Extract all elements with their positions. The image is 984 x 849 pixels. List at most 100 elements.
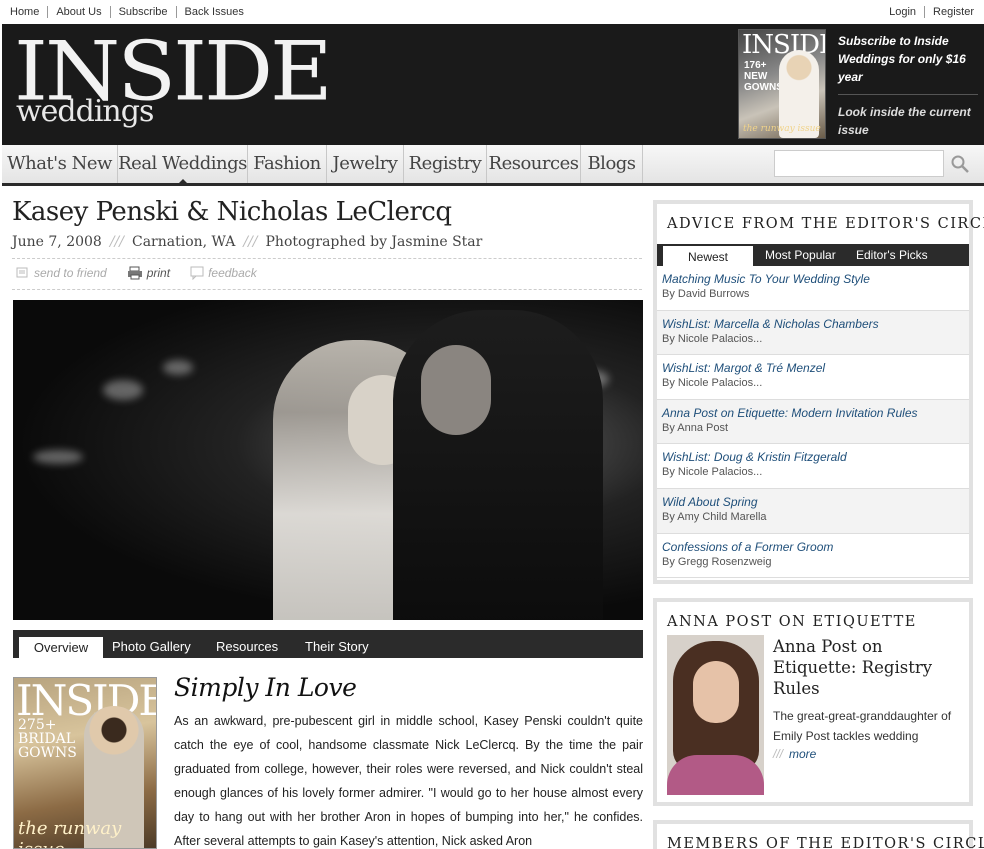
search-icon[interactable]	[950, 154, 970, 174]
advice-item-author: By Anna Post	[662, 421, 729, 434]
advice-item-title[interactable]: Confessions of a Former Groom	[662, 540, 969, 555]
bokeh-light	[163, 360, 193, 375]
nav-registry[interactable]: Registry	[404, 145, 487, 183]
site-header: INSIDE weddings INSIDE 176+ NEW GOWNS th…	[2, 24, 984, 145]
feedback-button[interactable]: feedback	[190, 266, 257, 280]
list-item[interactable]: Matching Music To Your Wedding Style By D…	[657, 266, 969, 311]
advice-item-author: By Amy Child Marella	[662, 510, 767, 523]
anna-post-description: The great-great-granddaughter of Emily P…	[773, 709, 952, 743]
send-to-friend-label: send to friend	[34, 266, 107, 280]
nav-real-weddings[interactable]: Real Weddings	[118, 145, 248, 186]
article-date: June 7, 2008	[12, 234, 102, 250]
feedback-label: feedback	[208, 266, 257, 280]
advice-tabs: Newest Most Popular Editor's Picks	[657, 244, 969, 266]
more-link[interactable]: more	[789, 747, 816, 761]
nav-blogs[interactable]: Blogs	[581, 145, 643, 183]
list-item[interactable]: Wild About Spring By Amy Child Marella	[657, 488, 969, 534]
home-link[interactable]: Home	[10, 6, 47, 18]
promo-divider	[838, 94, 978, 95]
story-body: As an awkward, pre-pubescent girl in mid…	[174, 714, 643, 848]
meta-separator: ///	[243, 234, 258, 250]
tab-photo-gallery[interactable]: Photo Gallery	[112, 638, 191, 658]
article-tools: send to friend print feedback	[16, 266, 277, 280]
cover-lines: 176+ NEW GOWNS	[744, 60, 783, 93]
issue-cover-lines: 275+ BRIDAL GOWNS	[18, 717, 77, 761]
article-photographer: Photographed by Jasmine Star	[265, 234, 483, 250]
logo-weddings-text: weddings	[16, 94, 154, 129]
tab-their-story[interactable]: Their Story	[305, 638, 369, 658]
divider	[12, 289, 642, 290]
site-logo[interactable]: INSIDE weddings	[14, 31, 333, 129]
advice-item-title[interactable]: Wild About Spring	[662, 495, 969, 510]
nav-resources[interactable]: Resources	[487, 145, 581, 183]
list-item[interactable]: Anna Post on Etiquette: Modern Invitatio…	[657, 399, 969, 445]
advice-heading: ADVICE FROM THE EDITOR'S CIRCLE	[667, 216, 984, 232]
divider	[12, 258, 642, 259]
back-issues-link[interactable]: Back Issues	[175, 6, 252, 18]
tab-overview[interactable]: Overview	[19, 637, 103, 658]
tab-newest[interactable]: Newest	[663, 246, 753, 266]
nav-jewelry[interactable]: Jewelry	[327, 145, 404, 183]
anna-post-article-title[interactable]: Anna Post on Etiquette: Registry Rules	[773, 636, 963, 699]
advice-item-title[interactable]: Matching Music To Your Wedding Style	[662, 272, 969, 287]
article-meta: June 7, 2008 /// Carnation, WA /// Photograp…	[12, 234, 482, 250]
issue-cover-tagline: the runway issue	[18, 818, 122, 848]
tab-resources[interactable]: Resources	[216, 638, 278, 658]
login-link[interactable]: Login	[889, 6, 924, 18]
anna-post-box: ANNA POST ON ETIQUETTE Anna Post on Etiq…	[653, 598, 973, 806]
list-item[interactable]: WishList: Doug & Kristin Fitzgerald By Ni…	[657, 444, 969, 489]
portrait-top	[667, 755, 764, 795]
tab-editors-picks[interactable]: Editor's Picks	[856, 247, 928, 263]
advice-item-author: By Nicole Palacios...	[662, 332, 763, 345]
subscribe-link[interactable]: Subscribe	[109, 6, 176, 18]
nav-fashion[interactable]: Fashion	[248, 145, 327, 183]
subscribe-promo-link[interactable]: Subscribe to Inside Weddings for only $1…	[838, 32, 978, 86]
anna-post-portrait[interactable]	[667, 635, 764, 795]
bokeh-light	[103, 380, 143, 400]
list-item[interactable]: Confessions of a Former Groom By Gregg Ro…	[657, 534, 969, 579]
wedding-main-photo[interactable]	[13, 300, 643, 620]
main-nav: What's New Real Weddings Fashion Jewelry…	[2, 145, 984, 186]
cover-tagline: the runway issue	[743, 124, 821, 134]
register-link[interactable]: Register	[924, 6, 974, 18]
list-item[interactable]: WishList: Marcella & Nicholas Chambers By…	[657, 310, 969, 356]
subscribe-promo: Subscribe to Inside Weddings for only $1…	[838, 32, 978, 139]
meta-separator: ///	[109, 234, 124, 250]
story-title: Simply In Love	[174, 673, 357, 702]
advice-item-author: By Nicole Palacios...	[662, 466, 763, 479]
advice-item-title[interactable]: WishList: Marcella & Nicholas Chambers	[662, 317, 969, 332]
advice-item-author: By Gregg Rosenzweig	[662, 555, 772, 568]
nav-whats-new[interactable]: What's New	[2, 145, 118, 183]
issue-cover-image[interactable]: INSIDE 275+ BRIDAL GOWNS the runway issu…	[13, 677, 157, 849]
portrait-face	[693, 661, 739, 723]
groom-face	[421, 345, 491, 435]
tab-most-popular[interactable]: Most Popular	[765, 247, 836, 263]
send-icon	[16, 267, 28, 278]
utility-links-left: Home About Us Subscribe Back Issues	[10, 6, 252, 18]
article-location: Carnation, WA	[131, 234, 236, 250]
search-input[interactable]	[774, 150, 944, 177]
utility-links-right: Login Register	[889, 6, 974, 18]
advice-item-title[interactable]: WishList: Doug & Kristin Fitzgerald	[662, 450, 969, 465]
members-heading: MEMBERS OF THE EDITOR'S CIRCLE	[667, 836, 984, 849]
list-item[interactable]: WishList: Margot & Tré Menzel By Nicole P…	[657, 355, 969, 400]
anna-post-heading: ANNA POST ON ETIQUETTE	[667, 614, 917, 630]
advice-box: ADVICE FROM THE EDITOR'S CIRCLE Newest M…	[653, 200, 984, 584]
advice-item-title[interactable]: WishList: Margot & Tré Menzel	[662, 361, 969, 376]
print-button[interactable]: print	[127, 266, 170, 280]
members-box: MEMBERS OF THE EDITOR'S CIRCLE	[653, 820, 984, 849]
groom-figure	[393, 310, 603, 620]
advice-item-title[interactable]: Anna Post on Etiquette: Modern Invitatio…	[662, 406, 969, 421]
about-us-link[interactable]: About Us	[47, 6, 109, 18]
printer-icon	[127, 266, 142, 280]
look-inside-link[interactable]: Look inside the current issue	[838, 103, 978, 139]
current-issue-cover[interactable]: INSIDE 176+ NEW GOWNS the runway issue	[738, 29, 826, 139]
anna-post-more: /// more	[773, 747, 816, 761]
send-to-friend-button[interactable]: send to friend	[16, 266, 107, 280]
more-separator: ///	[773, 747, 784, 761]
article-title: Kasey Penski & Nicholas LeClercq	[12, 197, 452, 227]
advice-item-author: By Nicole Palacios...	[662, 377, 763, 390]
advice-list: Matching Music To Your Wedding Style By D…	[657, 266, 969, 579]
feedback-icon	[190, 266, 204, 280]
print-label: print	[146, 266, 171, 280]
